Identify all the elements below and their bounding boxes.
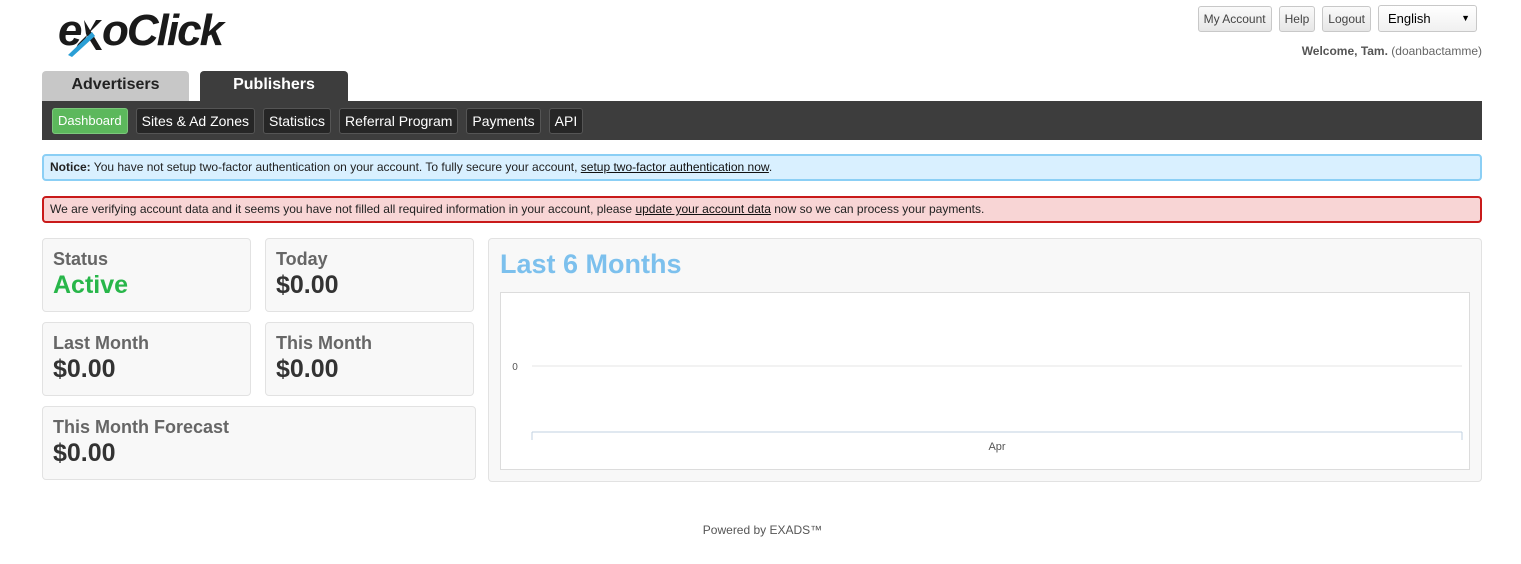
last-month-label: Last Month [53,333,149,353]
logout-button[interactable]: Logout [1322,5,1371,32]
footer-powered-by: Powered by EXADS™ [702,523,823,537]
today-value: $0.00 [276,271,339,299]
tab-advertisers[interactable]: Advertisers [42,71,189,101]
logo-graphic: e oClick [58,6,229,57]
warning-suffix: now so we can process your payments. [770,202,985,216]
y-tick-label: 0 [512,362,518,373]
notice-suffix: . [768,160,773,174]
two-factor-notice: Notice: You have not setup two-factor au… [42,154,1482,181]
status-label: Status [53,249,109,269]
my-account-button[interactable]: My Account [1197,5,1272,32]
chevron-down-icon: ▼ [1461,13,1470,23]
main-tabs: Advertisers Publishers [42,71,348,101]
last-month-card: Last Month $0.00 [42,322,251,396]
notice-text: You have not setup two-factor authentica… [90,160,581,174]
account-data-warning: We are verifying account data and it see… [42,196,1482,223]
exoclick-logo[interactable]: e oClick [58,6,229,58]
language-selected-value: English [1388,11,1431,26]
forecast-value: $0.00 [53,439,116,467]
welcome-message: Welcome, Tam. (doanbactamme) [1302,44,1482,58]
nav-referral-program[interactable]: Referral Program [339,107,459,134]
tab-publishers[interactable]: Publishers [200,71,348,101]
status-value: Active [53,271,129,299]
forecast-card: This Month Forecast $0.00 [42,406,476,480]
sub-navigation: Dashboard Sites & Ad Zones Statistics Re… [42,101,1482,140]
nav-api[interactable]: API [548,107,584,134]
welcome-username: (doanbactamme) [1391,44,1482,58]
nav-statistics[interactable]: Statistics [263,107,332,134]
forecast-label: This Month Forecast [53,417,230,437]
today-label: Today [276,249,328,269]
this-month-card: This Month $0.00 [265,322,474,396]
language-select[interactable]: English ▼ [1378,5,1477,32]
notice-prefix: Notice: [50,160,91,174]
top-links: My Account Help Logout English ▼ [1197,5,1477,32]
last-six-months-panel: Last 6 Months 0 Apr [488,238,1482,482]
x-tick-label: Apr [988,441,1005,453]
setup-two-factor-link[interactable]: setup two-factor authentication now [581,160,769,174]
status-card: Status Active [42,238,251,312]
chart-title: Last 6 Months [500,249,682,279]
chart-svg: 0 Apr [512,362,1463,453]
earnings-chart: 0 Apr [500,292,1470,470]
last-month-value: $0.00 [53,355,116,383]
today-card: Today $0.00 [265,238,474,312]
this-month-label: This Month [276,333,372,353]
nav-dashboard[interactable]: Dashboard [52,107,128,134]
svg-text:oClick: oClick [102,6,227,55]
nav-sites-ad-zones[interactable]: Sites & Ad Zones [135,107,256,134]
nav-payments[interactable]: Payments [466,107,541,134]
this-month-value: $0.00 [276,355,339,383]
help-button[interactable]: Help [1278,5,1316,32]
welcome-greeting: Welcome, Tam. [1301,44,1388,58]
warning-text: We are verifying account data and it see… [50,202,636,216]
update-account-data-link[interactable]: update your account data [635,202,770,216]
